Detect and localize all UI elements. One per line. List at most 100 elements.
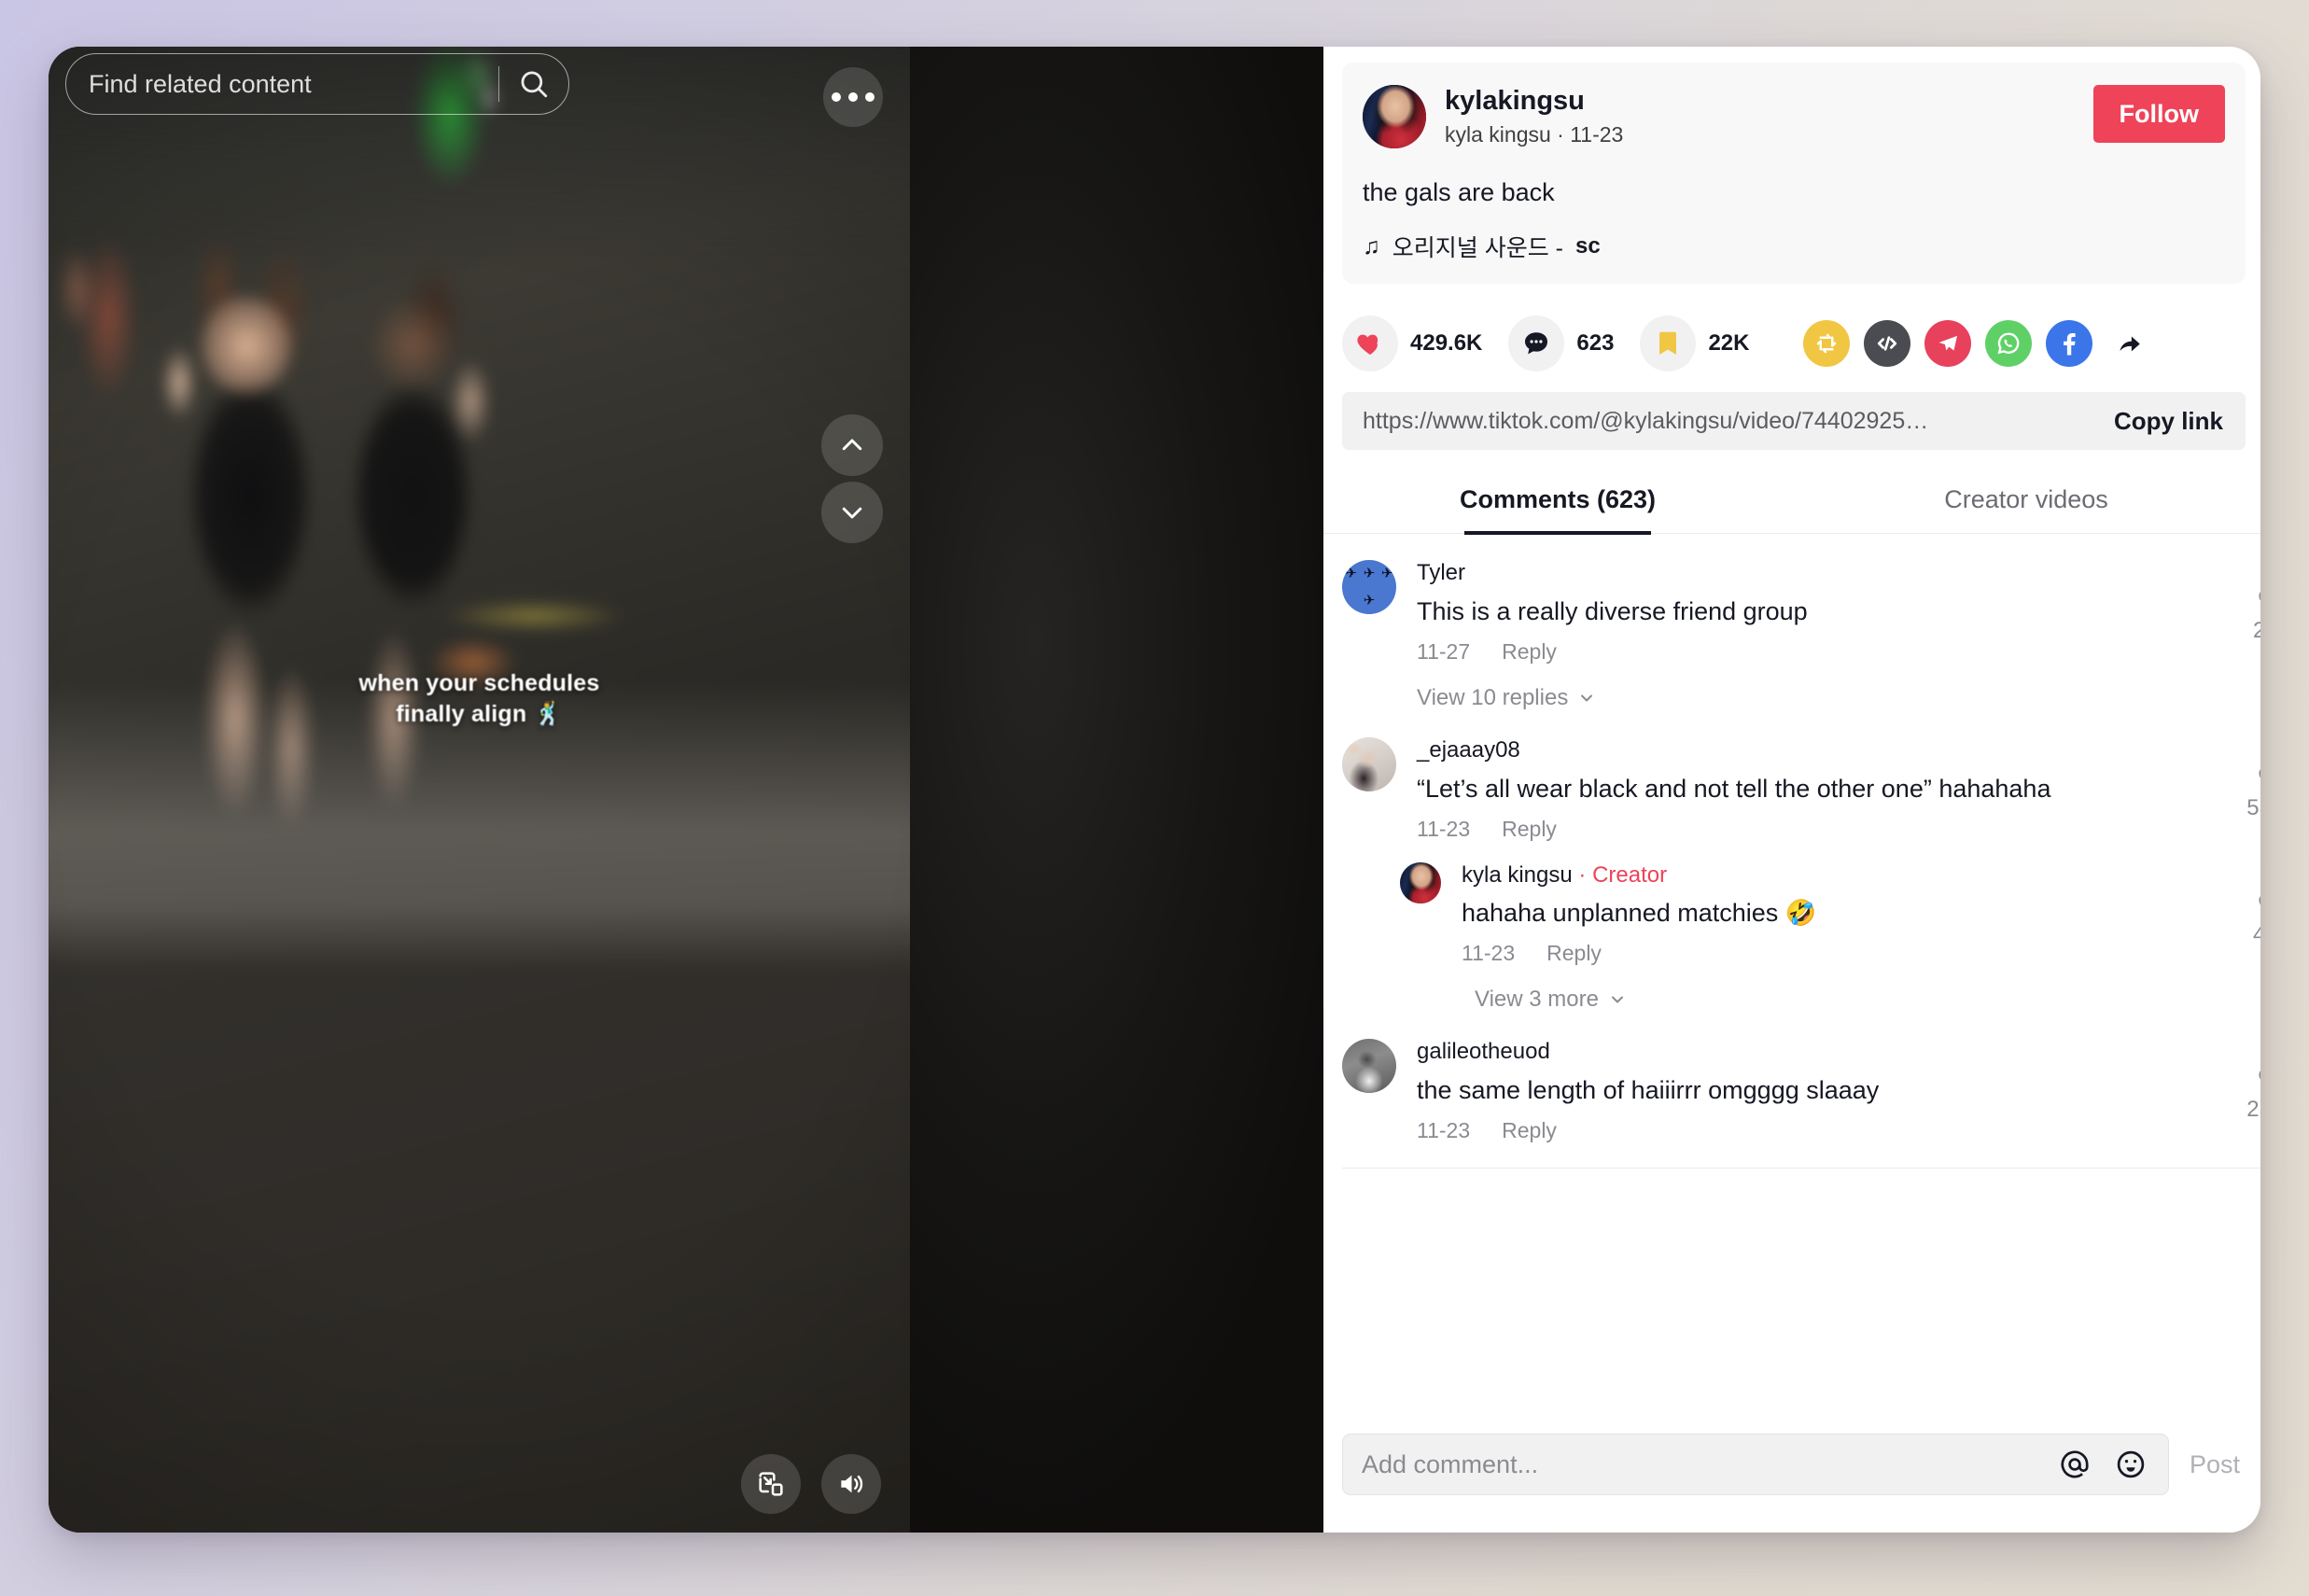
commenter-name[interactable]: kyla kingsu · Creator: [1462, 862, 2167, 889]
comment-date: 11-23: [1417, 816, 1471, 841]
post-comment-button[interactable]: Post: [2169, 1450, 2260, 1479]
view-replies-button[interactable]: View 10 replies: [1417, 685, 2260, 711]
comment-reply-item: kyla kingsu · Creator hahaha unplanned m…: [1342, 842, 2260, 967]
commenter-avatar[interactable]: [1342, 736, 1396, 791]
telegram-icon[interactable]: [1924, 320, 1972, 368]
commenter-avatar[interactable]: ✈ ✈ ✈ ✈: [1342, 560, 1396, 615]
comment-item: _ejaaay08 “Let’s all wear black and not …: [1342, 711, 2260, 842]
add-comment-bar: Post: [1323, 1409, 2260, 1533]
reply-button[interactable]: Reply: [1502, 1118, 1557, 1143]
telegram-glyph: [1939, 335, 1958, 351]
next-video-button[interactable]: [821, 482, 883, 543]
facebook-glyph: [2064, 333, 2077, 356]
comment-text: the same length of haiiirrr omgggg slaaa…: [1417, 1076, 1880, 1104]
music-author: sc: [1574, 233, 1601, 259]
author-text: kylakingsu kyla kingsu · 11-23: [1445, 86, 1623, 147]
embed-code-icon[interactable]: [1864, 320, 1911, 368]
chevron-up-icon: [842, 439, 862, 451]
comment-stat: 623: [1508, 315, 1614, 372]
video-vignette: [49, 47, 910, 1533]
commenter-name[interactable]: Tyler: [1417, 560, 2167, 587]
sidebar-tabs: Comments (623) Creator videos: [1323, 474, 2260, 535]
comment-like[interactable]: 5384: [2227, 762, 2260, 821]
share-arrow-icon[interactable]: [2106, 320, 2153, 367]
avatar-image: ✈ ✈ ✈ ✈: [1342, 560, 1396, 615]
volume-on-icon: [841, 1475, 863, 1493]
reply-button[interactable]: Reply: [1502, 817, 1557, 842]
comment-meta: 11-27 Reply: [1417, 639, 2167, 665]
comment-like[interactable]: 262: [2227, 584, 2260, 644]
bookmark-button[interactable]: [1640, 315, 1697, 372]
avatar-image: [1342, 1039, 1396, 1094]
mention-at-icon: [2061, 1450, 2089, 1478]
mention-button[interactable]: [2054, 1444, 2095, 1485]
tab-creator-videos[interactable]: Creator videos: [1792, 474, 2260, 533]
like-button[interactable]: [1342, 315, 1398, 372]
author-card: kylakingsu kyla kingsu · 11-23 Follow th…: [1342, 63, 2246, 285]
chevron-down-icon: [842, 507, 862, 519]
previous-video-button[interactable]: [821, 414, 883, 476]
comment-like-count: 2336: [2246, 1097, 2260, 1123]
comment-button[interactable]: [1508, 315, 1565, 372]
commenter-avatar[interactable]: [1400, 861, 1441, 903]
heart-outline-icon: [2259, 1071, 2260, 1080]
search-button[interactable]: [499, 54, 568, 114]
comment-input-wrap[interactable]: [1342, 1434, 2169, 1495]
share-icons: [1803, 320, 2153, 368]
repost-glyph: [1817, 333, 1837, 354]
comment-like[interactable]: 476: [2227, 889, 2260, 948]
video-letterbox: [910, 47, 1323, 1533]
follow-button[interactable]: Follow: [2092, 85, 2225, 143]
video-info-sidebar: kylakingsu kyla kingsu · 11-23 Follow th…: [1323, 47, 2260, 1533]
music-row[interactable]: ♫ 오리지널 사운드 - sc: [1363, 230, 2225, 263]
facebook-icon[interactable]: [2046, 320, 2093, 368]
commenter-name[interactable]: _ejaaay08: [1417, 737, 2167, 764]
picture-in-picture-icon: [759, 1472, 783, 1496]
bookmark-icon: [1659, 331, 1677, 356]
comment-list[interactable]: ✈ ✈ ✈ ✈ Tyler This is a really diverse fri…: [1323, 534, 2260, 1409]
music-title: 오리지널 사운드 -: [1392, 235, 1563, 262]
author-username[interactable]: kylakingsu: [1445, 86, 1623, 117]
video-description: the gals are back: [1363, 178, 1555, 206]
copy-link-button[interactable]: Copy link: [2097, 407, 2240, 436]
reply-button[interactable]: Reply: [1546, 941, 1602, 966]
comment-body: _ejaaay08 “Let’s all wear black and not …: [1417, 737, 2260, 842]
heart-outline-icon: [2259, 769, 2260, 778]
whatsapp-glyph: [1997, 332, 2020, 355]
volume-button[interactable]: [821, 1454, 881, 1514]
comment-input[interactable]: [1362, 1449, 2039, 1479]
related-content-search[interactable]: [65, 53, 569, 115]
video-text-overlay: when your schedules finally align 🕺: [49, 668, 910, 730]
comment-like[interactable]: 2336: [2227, 1063, 2260, 1123]
comment-date: 11-27: [1417, 638, 1471, 664]
tab-comments[interactable]: Comments (623): [1323, 474, 1792, 533]
search-input[interactable]: [66, 69, 498, 99]
author-avatar[interactable]: [1363, 85, 1426, 148]
view-more-replies-button[interactable]: View 3 more: [1475, 987, 2260, 1013]
comment-like-count: 5384: [2246, 794, 2260, 820]
creator-badge: · Creator: [1572, 861, 1668, 888]
view-more-label: View 3 more: [1475, 987, 1599, 1013]
comment-body: galileotheuod the same length of haiiirr…: [1417, 1039, 2260, 1143]
picture-in-picture-button[interactable]: [741, 1454, 801, 1514]
dot: [832, 92, 841, 102]
comment-bubble-icon: [1525, 332, 1548, 355]
comment-meta: 11-23 Reply: [1417, 1118, 2167, 1143]
whatsapp-icon[interactable]: [1985, 320, 2033, 368]
commenter-avatar[interactable]: [1342, 1039, 1396, 1094]
video-player-stage[interactable]: when your schedules finally align 🕺: [49, 47, 1323, 1533]
emoji-button[interactable]: [2110, 1444, 2151, 1485]
search-icon: [521, 71, 548, 98]
repost-icon[interactable]: [1803, 320, 1851, 368]
comment-date: 11-23: [1462, 941, 1516, 966]
video-controls: [741, 1454, 881, 1514]
heart-icon: [1357, 334, 1378, 356]
author-nickname-date: kyla kingsu · 11-23: [1445, 122, 1624, 147]
reply-button[interactable]: Reply: [1502, 639, 1557, 665]
video-frame[interactable]: [49, 47, 910, 1533]
action-bar: 429.6K 623 22K: [1342, 315, 2260, 372]
more-options-button[interactable]: [823, 67, 883, 127]
commenter-name[interactable]: galileotheuod: [1417, 1039, 2167, 1066]
chevron-down-icon: [1581, 694, 1593, 702]
bookmark-stat: 22K: [1640, 315, 1749, 372]
